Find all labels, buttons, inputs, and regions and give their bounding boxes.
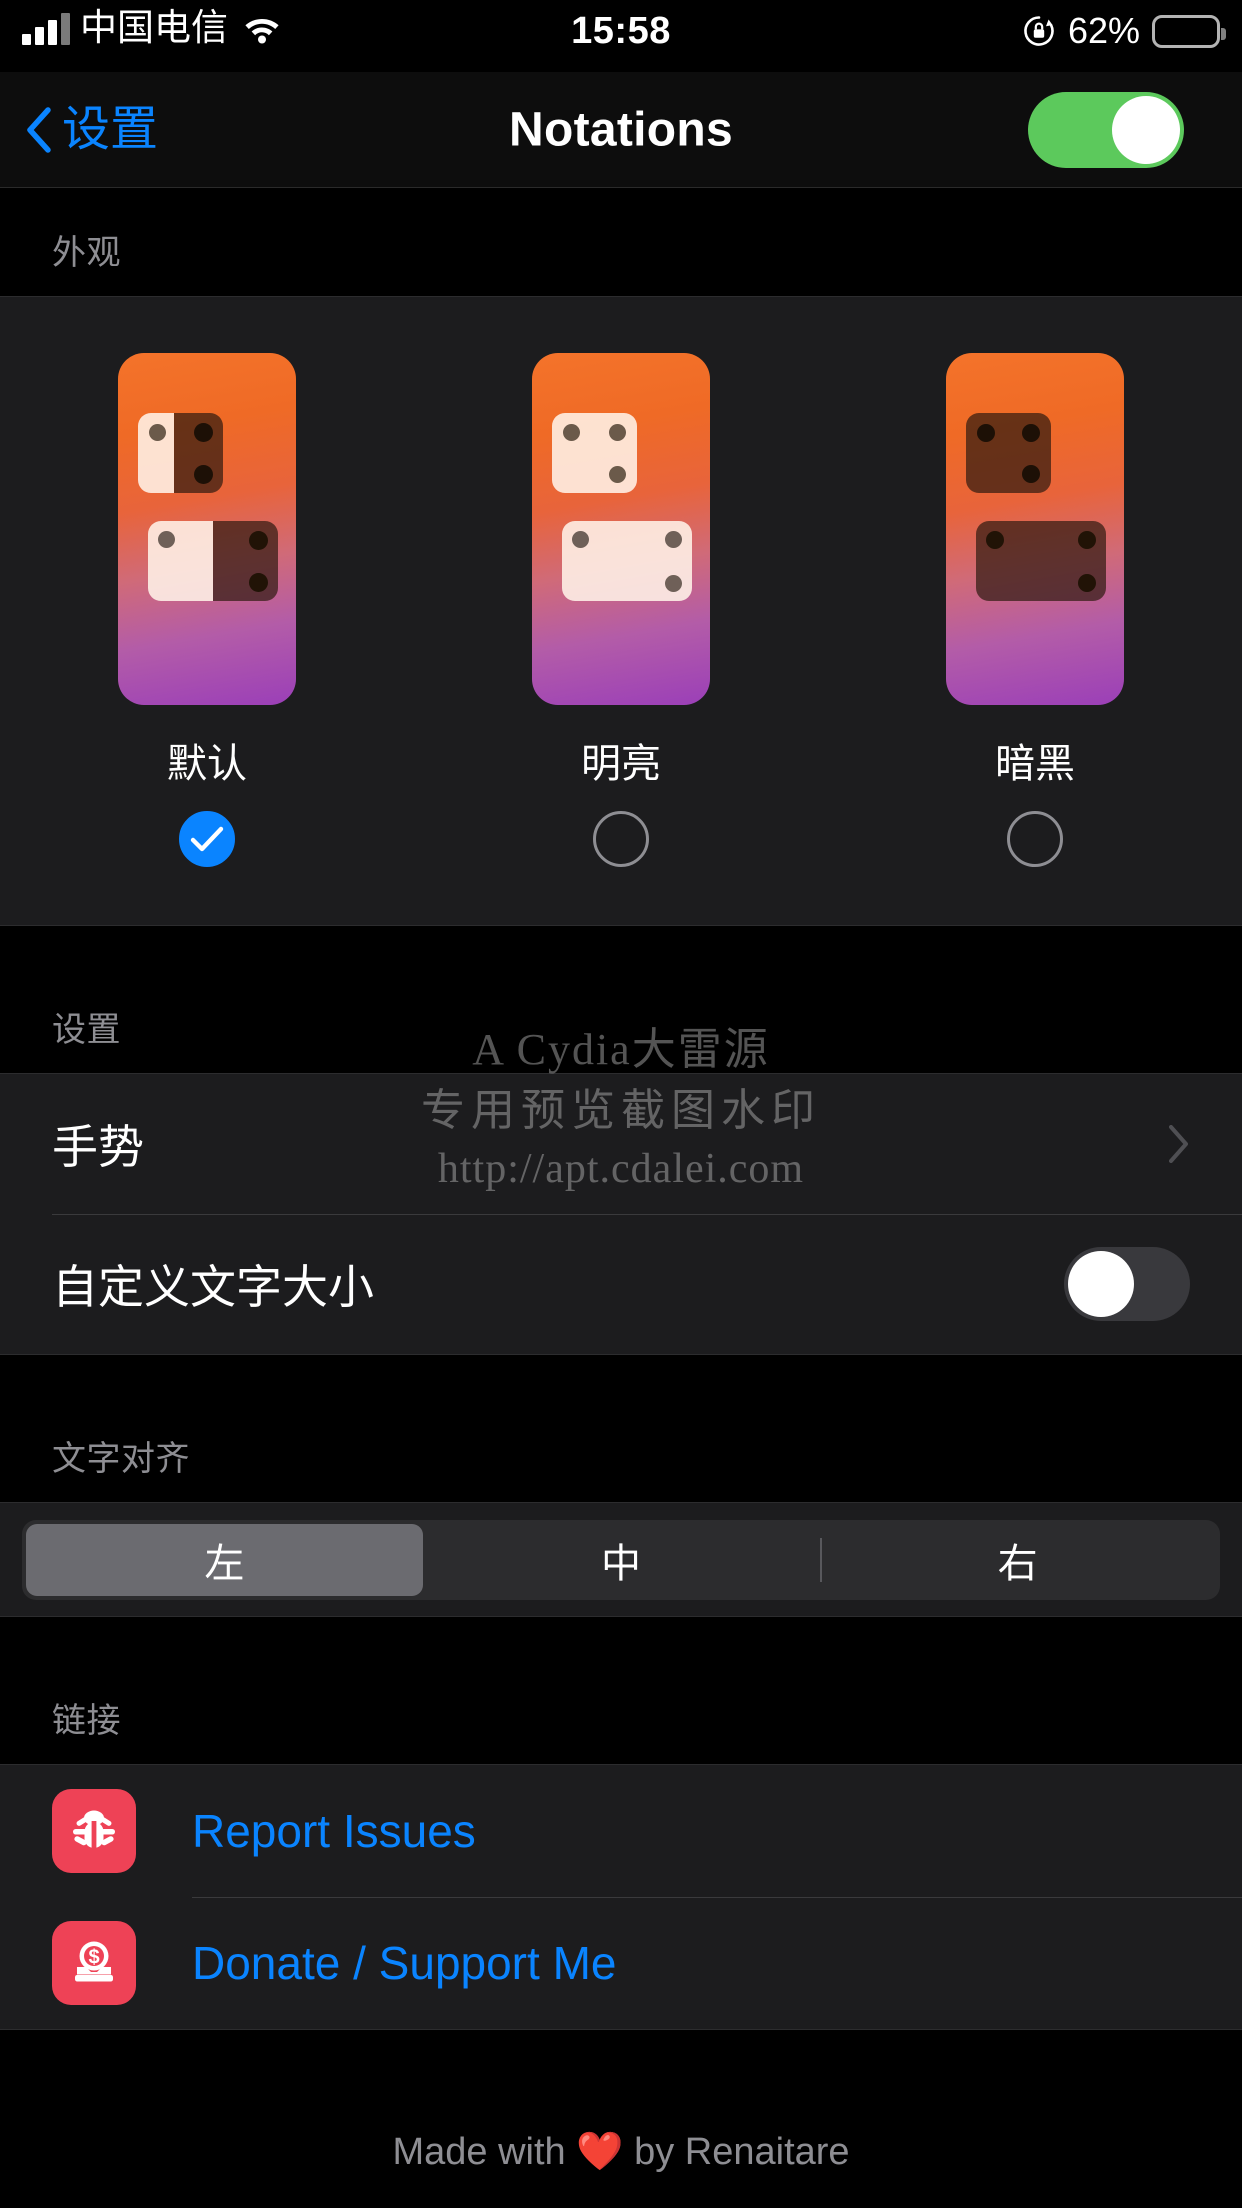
battery-percent-label: 62%: [1067, 10, 1140, 51]
links-section-title: 链接: [0, 1617, 1242, 1764]
theme-radio-light[interactable]: [593, 811, 649, 867]
links-section-header: 链接: [0, 1617, 1242, 1764]
svg-text:$: $: [88, 1947, 99, 1969]
theme-option-light[interactable]: 明亮: [501, 353, 741, 867]
preview-note: [148, 521, 278, 601]
preview-note: [976, 521, 1106, 601]
footer-suffix: by Renaitare: [623, 2131, 850, 2173]
theme-radio-default[interactable]: [179, 811, 235, 867]
nav-bar: 设置 Notations: [0, 72, 1242, 188]
heart-icon: ❤️: [576, 2131, 624, 2173]
theme-options: 默认 明亮 暗黑: [0, 297, 1242, 867]
segment-left[interactable]: 左: [26, 1523, 423, 1596]
theme-option-default[interactable]: 默认: [87, 353, 327, 867]
status-bar: 中国电信 15:58 62%: [0, 0, 1242, 72]
footer-credit: Made with ❤️ by Renaitare: [0, 2130, 1242, 2174]
settings-row-custom-text-size[interactable]: 自定义文字大小: [0, 1214, 1242, 1354]
theme-label: 明亮: [581, 742, 661, 786]
settings-row-label: 自定义文字大小: [52, 1261, 374, 1313]
text-align-card: 左 中 右: [0, 1502, 1242, 1617]
text-align-section-header: 文字对齐: [0, 1355, 1242, 1502]
bug-icon: [52, 1789, 136, 1873]
segment-divider: [819, 1537, 822, 1582]
theme-option-dark[interactable]: 暗黑: [915, 353, 1155, 867]
settings-row-label: 手势: [52, 1121, 144, 1173]
theme-radio-dark[interactable]: [1007, 811, 1063, 867]
chevron-right-icon: [1168, 1124, 1190, 1164]
preview-note: [138, 413, 223, 493]
preview-note: [966, 413, 1051, 493]
appearance-section-header: 外观: [0, 188, 1242, 296]
phone-screen: 中国电信 15:58 62% 设置 Notations 外观 默认 明亮 暗黑 …: [0, 0, 1242, 2208]
theme-preview-dark: [946, 353, 1124, 705]
theme-label: 暗黑: [995, 742, 1075, 786]
segment-right[interactable]: 右: [819, 1524, 1216, 1596]
battery-icon: [1152, 14, 1226, 48]
footer-prefix: Made with: [392, 2131, 577, 2173]
link-row-report-issues[interactable]: Report Issues: [0, 1765, 1242, 1897]
appearance-section-title: 外观: [0, 188, 1242, 296]
settings-section-header: 设置: [0, 926, 1242, 1073]
text-align-section-title: 文字对齐: [0, 1355, 1242, 1502]
link-label: Donate / Support Me: [192, 1937, 617, 1989]
links-card: Report Issues $ Donate / Support Me: [0, 1764, 1242, 2030]
settings-row-gestures[interactable]: 手势: [0, 1074, 1242, 1214]
settings-card: 手势 自定义文字大小: [0, 1073, 1242, 1355]
donate-coin-icon: $: [52, 1921, 136, 2005]
preview-note: [562, 521, 692, 601]
settings-section-title: 设置: [0, 926, 1242, 1073]
theme-label: 默认: [167, 742, 247, 786]
switch-knob: [1068, 1251, 1134, 1317]
text-align-segmented-control[interactable]: 左 中 右: [22, 1519, 1220, 1600]
segment-center[interactable]: 中: [423, 1524, 820, 1596]
master-enable-switch[interactable]: [1028, 91, 1184, 168]
rotation-lock-icon: [1022, 14, 1056, 48]
link-row-donate[interactable]: $ Donate / Support Me: [0, 1897, 1242, 2029]
preview-note: [552, 413, 637, 493]
switch-knob: [1112, 95, 1180, 164]
appearance-card: 默认 明亮 暗黑: [0, 296, 1242, 926]
status-bar-right: 62%: [1022, 10, 1226, 51]
link-label: Report Issues: [192, 1805, 476, 1857]
custom-text-size-switch[interactable]: [1064, 1247, 1190, 1321]
theme-preview-light: [532, 353, 710, 705]
theme-preview-default: [118, 353, 296, 705]
